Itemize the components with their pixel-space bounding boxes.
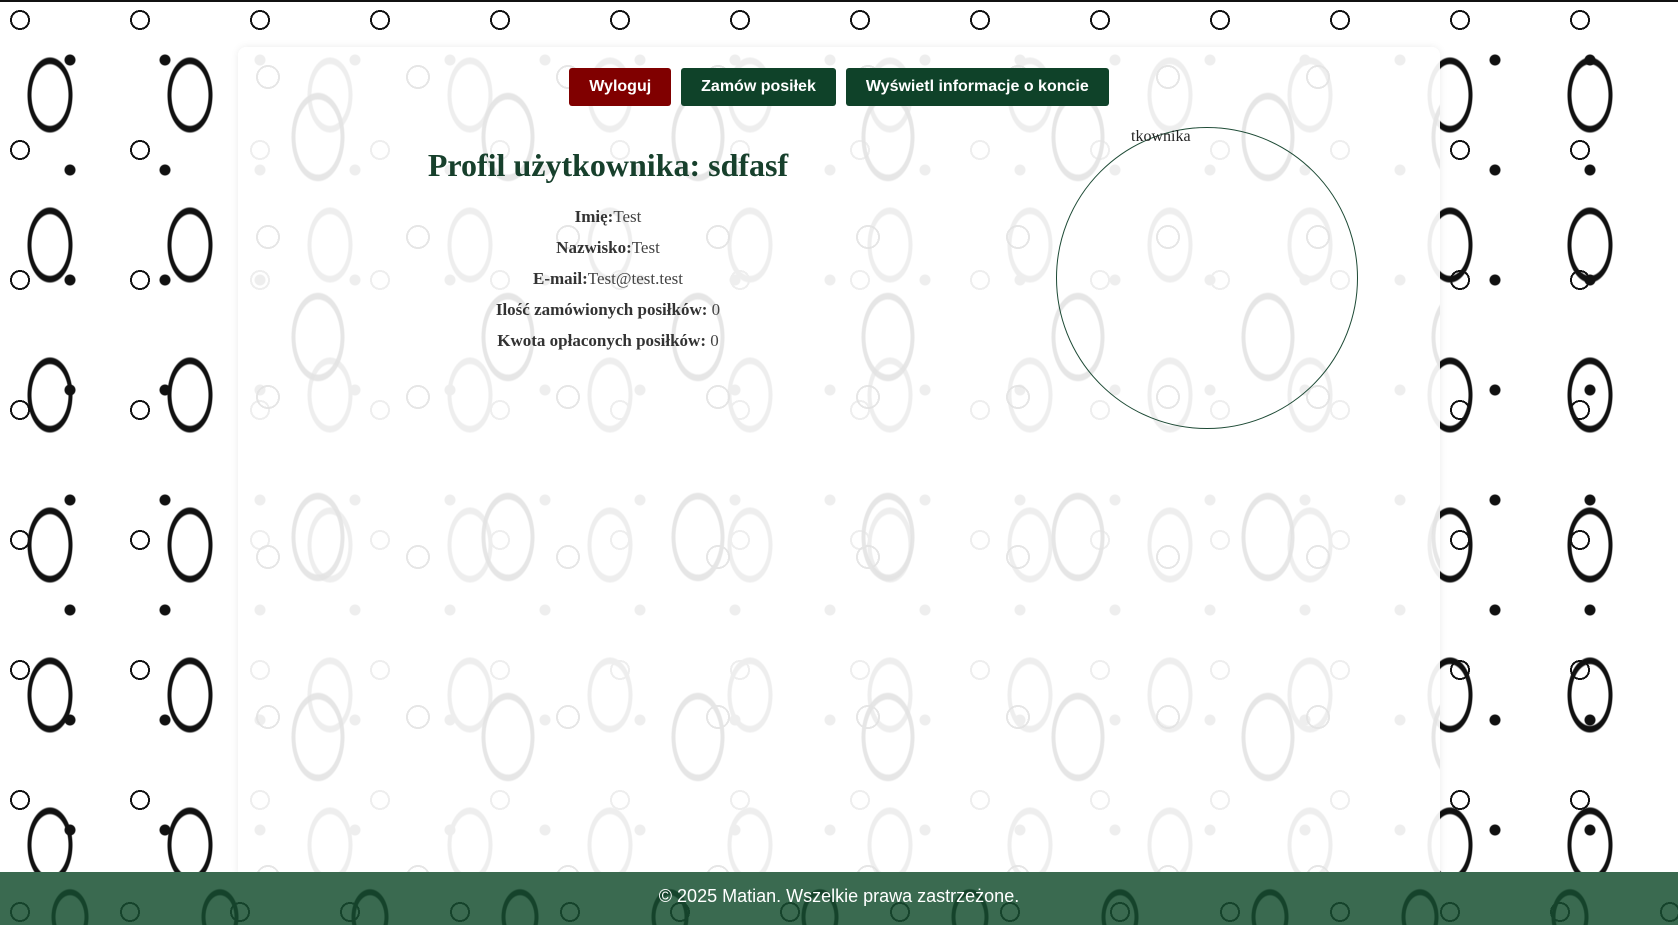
orders-count-row: Ilość zamówionych posiłków: 0: [398, 294, 818, 325]
copyright-text: © 2025 Matian. Wszelkie prawa zastrzeżon…: [658, 886, 1020, 906]
orders-count-label: Ilość zamówionych posiłków:: [495, 300, 708, 319]
email-value: Test@test.test: [587, 269, 683, 288]
logout-button[interactable]: Wyloguj: [569, 68, 672, 106]
last-name-row: Nazwisko:Test: [398, 232, 818, 263]
email-row: E-mail:Test@test.test: [398, 263, 818, 294]
avatar-alt-text: tkownika: [1131, 128, 1191, 145]
profile-section: Profil użytkownika: sdfasf Imię:Test Naz…: [398, 147, 818, 356]
first-name-label: Imię:: [574, 207, 614, 226]
page-title: Profil użytkownika: sdfasf: [427, 147, 789, 183]
top-navigation: Wyloguj Zamów posiłek Wyświetl informacj…: [238, 68, 1440, 106]
footer: © 2025 Matian. Wszelkie prawa zastrzeżon…: [0, 872, 1678, 925]
first-name-value: Test: [613, 207, 642, 226]
main-card: Wyloguj Zamów posiłek Wyświetl informacj…: [238, 47, 1440, 879]
last-name-value: Test: [631, 238, 660, 257]
order-meal-button[interactable]: Zamów posiłek: [681, 68, 836, 106]
paid-amount-row: Kwota opłaconych posiłków: 0: [398, 325, 818, 356]
first-name-row: Imię:Test: [398, 201, 818, 232]
account-info-button[interactable]: Wyświetl informacje o koncie: [845, 68, 1109, 106]
top-border-line: [0, 0, 1678, 2]
last-name-label: Nazwisko:: [556, 238, 632, 257]
orders-count-value: 0: [711, 300, 721, 319]
paid-amount-label: Kwota opłaconych posiłków:: [497, 331, 706, 350]
email-label: E-mail:: [533, 269, 588, 288]
paid-amount-value: 0: [710, 331, 719, 350]
avatar: tkownika: [1056, 127, 1358, 429]
